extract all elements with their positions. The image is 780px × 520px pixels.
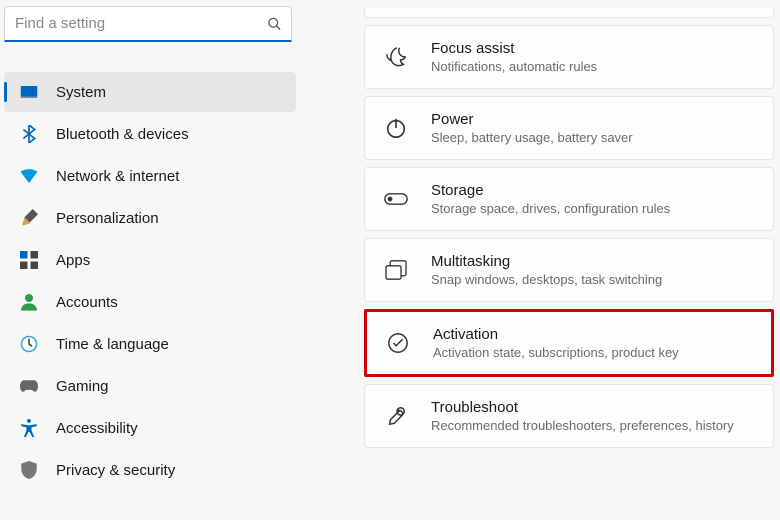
sidebar-item-label: Network & internet [56, 168, 179, 185]
sidebar-item-label: Personalization [56, 210, 159, 227]
gaming-icon [20, 377, 38, 395]
sidebar-item-accounts[interactable]: Accounts [4, 282, 296, 322]
bluetooth-icon [20, 125, 38, 143]
panel-focus-assist[interactable]: Focus assist Notifications, automatic ru… [364, 25, 774, 89]
privacy-icon [20, 461, 38, 479]
focus-assist-icon [383, 44, 409, 70]
sidebar-item-label: Gaming [56, 378, 109, 395]
sidebar-item-bluetooth[interactable]: Bluetooth & devices [4, 114, 296, 154]
apps-icon [20, 251, 38, 269]
accessibility-icon [20, 419, 38, 437]
accounts-icon [20, 293, 38, 311]
panel-title: Activation [433, 326, 679, 343]
sidebar-item-label: System [56, 84, 106, 101]
sidebar-item-label: Time & language [56, 336, 169, 353]
search-input[interactable] [4, 6, 292, 42]
sidebar-item-apps[interactable]: Apps [4, 240, 296, 280]
network-icon [20, 167, 38, 185]
panel-activation[interactable]: Activation Activation state, subscriptio… [364, 309, 774, 377]
panel-title: Power [431, 111, 633, 128]
multitasking-icon [383, 257, 409, 283]
panel-power[interactable]: Power Sleep, battery usage, battery save… [364, 96, 774, 160]
panel-subtitle: Notifications, automatic rules [431, 59, 597, 74]
storage-icon [383, 186, 409, 212]
panel-title: Troubleshoot [431, 399, 734, 416]
panel-subtitle: Recommended troubleshooters, preferences… [431, 418, 734, 433]
sidebar-item-gaming[interactable]: Gaming [4, 366, 296, 406]
sidebar-item-privacy[interactable]: Privacy & security [4, 450, 296, 490]
activation-icon [385, 330, 411, 356]
time-icon [20, 335, 38, 353]
system-icon [20, 83, 38, 101]
power-icon [383, 115, 409, 141]
panel-storage[interactable]: Storage Storage space, drives, configura… [364, 167, 774, 231]
search-box [4, 6, 292, 42]
personalization-icon [20, 209, 38, 227]
sidebar-item-system[interactable]: System [4, 72, 296, 112]
panel-troubleshoot[interactable]: Troubleshoot Recommended troubleshooters… [364, 384, 774, 448]
panel-subtitle: Sleep, battery usage, battery saver [431, 130, 633, 145]
sidebar-item-label: Privacy & security [56, 462, 175, 479]
sidebar-item-label: Accounts [56, 294, 118, 311]
main-content: Focus assist Notifications, automatic ru… [300, 0, 780, 520]
sidebar-nav: System Bluetooth & devices Network & int… [0, 54, 300, 490]
panel-subtitle: Storage space, drives, configuration rul… [431, 201, 670, 216]
panel-multitasking[interactable]: Multitasking Snap windows, desktops, tas… [364, 238, 774, 302]
sidebar-item-network[interactable]: Network & internet [4, 156, 296, 196]
panel-title: Storage [431, 182, 670, 199]
panel-subtitle: Activation state, subscriptions, product… [433, 345, 679, 360]
search-icon [267, 17, 282, 32]
sidebar-item-label: Apps [56, 252, 90, 269]
panel-title: Multitasking [431, 253, 662, 270]
troubleshoot-icon [383, 403, 409, 429]
panel-cutoff-top [364, 8, 774, 18]
sidebar-item-time[interactable]: Time & language [4, 324, 296, 364]
panel-subtitle: Snap windows, desktops, task switching [431, 272, 662, 287]
sidebar-item-personalization[interactable]: Personalization [4, 198, 296, 238]
panel-title: Focus assist [431, 40, 597, 57]
sidebar: System Bluetooth & devices Network & int… [0, 0, 300, 520]
sidebar-item-label: Accessibility [56, 420, 138, 437]
sidebar-item-label: Bluetooth & devices [56, 126, 189, 143]
sidebar-item-accessibility[interactable]: Accessibility [4, 408, 296, 448]
